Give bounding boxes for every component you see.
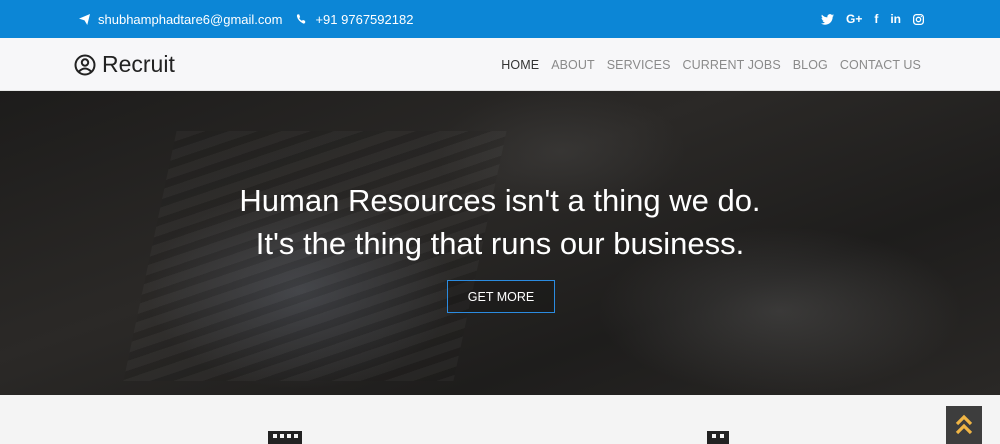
main-navbar: Recruit HOME ABOUT SERVICES CURRENT JOBS… — [0, 38, 1000, 91]
email-text: shubhamphadtare6@gmail.com — [98, 11, 283, 27]
nav-item-contact-us[interactable]: CONTACT US — [840, 58, 921, 72]
hero-banner: Human Resources isn't a thing we do. It'… — [0, 91, 1000, 395]
phone-icon — [297, 14, 306, 24]
user-circle-icon — [74, 54, 96, 75]
double-chevron-up-icon — [955, 414, 973, 435]
linkedin-icon[interactable]: in — [890, 12, 901, 26]
phone-contact[interactable]: +91 9767592182 — [296, 12, 413, 27]
hero-line-1: Human Resources isn't a thing we do. — [239, 183, 761, 218]
building-icon — [268, 431, 302, 444]
email-contact[interactable]: shubhamphadtare6@gmail.com — [79, 12, 282, 27]
phone-text: +91 9767592182 — [315, 11, 414, 27]
nav-item-services[interactable]: SERVICES — [607, 58, 671, 72]
hero-line-2: It's the thing that runs our business. — [255, 226, 745, 261]
top-contact-bar: shubhamphadtare6@gmail.com +91 976759218… — [0, 0, 1000, 38]
get-more-button[interactable]: GET MORE — [447, 280, 555, 313]
hero-heading: Human Resources isn't a thing we do. It'… — [0, 179, 1000, 265]
nav-menu: HOME ABOUT SERVICES CURRENT JOBS BLOG CO… — [489, 38, 921, 91]
facebook-icon[interactable]: f — [874, 12, 878, 26]
nav-item-about[interactable]: ABOUT — [551, 58, 595, 72]
brand-logo[interactable]: Recruit — [74, 38, 175, 91]
nav-item-blog[interactable]: BLOG — [793, 58, 828, 72]
contact-info: shubhamphadtare6@gmail.com +91 976759218… — [79, 0, 427, 38]
nav-item-home[interactable]: HOME — [501, 58, 539, 72]
instagram-icon[interactable] — [913, 13, 924, 25]
features-section — [0, 395, 1000, 444]
twitter-icon[interactable] — [820, 13, 834, 25]
nav-item-current-jobs[interactable]: CURRENT JOBS — [683, 58, 781, 72]
social-links: G+ f in — [809, 0, 924, 38]
building-icon — [707, 431, 729, 444]
brand-name: Recruit — [102, 51, 175, 77]
send-icon — [79, 13, 90, 25]
google-plus-icon[interactable]: G+ — [846, 12, 862, 26]
back-to-top-button[interactable] — [946, 406, 982, 444]
